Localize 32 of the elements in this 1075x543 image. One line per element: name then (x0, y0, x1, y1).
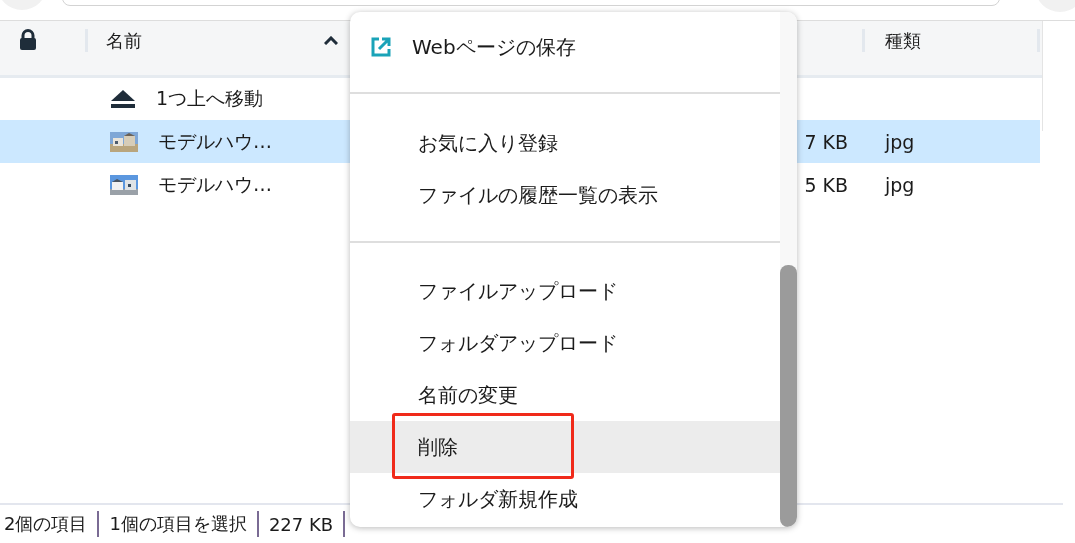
file-type: jpg (885, 130, 915, 153)
menu-item[interactable]: ファイルの履歴一覧の表示 (350, 169, 780, 221)
file-type: jpg (885, 173, 915, 196)
table-cell[interactable]: jpg (865, 163, 1040, 206)
table-cell[interactable]: モデルハウ… (88, 120, 350, 163)
status-text: 227 KB (268, 513, 334, 535)
status-text: 1個の項目を選択 (109, 512, 247, 536)
menu-item[interactable]: 名前の変更 (350, 369, 780, 421)
menu-item[interactable]: フォルダ新規作成 (350, 473, 780, 525)
table-cell[interactable]: 5 KB (797, 163, 865, 206)
table-cell[interactable] (0, 120, 88, 163)
table-cell[interactable]: 1つ上へ移動 (88, 78, 350, 120)
menu-item[interactable]: ファイルアップロード (350, 265, 780, 317)
file-name: 1つ上へ移動 (156, 86, 264, 111)
file-name: モデルハウ… (158, 171, 272, 197)
file-size: 5 KB (804, 173, 848, 196)
file-size: 7 KB (804, 130, 848, 153)
eject-icon (110, 89, 136, 109)
external-link-icon (370, 36, 392, 58)
table-cell[interactable]: jpg (865, 120, 1040, 163)
lock-icon (18, 29, 37, 52)
menu-item[interactable]: お気に入り登録 (350, 117, 780, 169)
status-text: 2個の項目 (4, 512, 88, 536)
menu-item[interactable]: フォルダアップロード (350, 317, 780, 369)
column-header[interactable]: 種類 (885, 28, 921, 53)
table-cell[interactable]: モデルハウ… (88, 163, 350, 206)
scrollbar-thumb[interactable] (780, 265, 797, 527)
file-name: モデルハウ… (158, 128, 272, 154)
column-header[interactable]: 名前 (106, 28, 142, 53)
menu-item[interactable]: Webページの保存 (350, 24, 780, 70)
table-cell[interactable]: 7 KB (797, 120, 865, 163)
menu-item[interactable]: 削除 (350, 421, 780, 473)
